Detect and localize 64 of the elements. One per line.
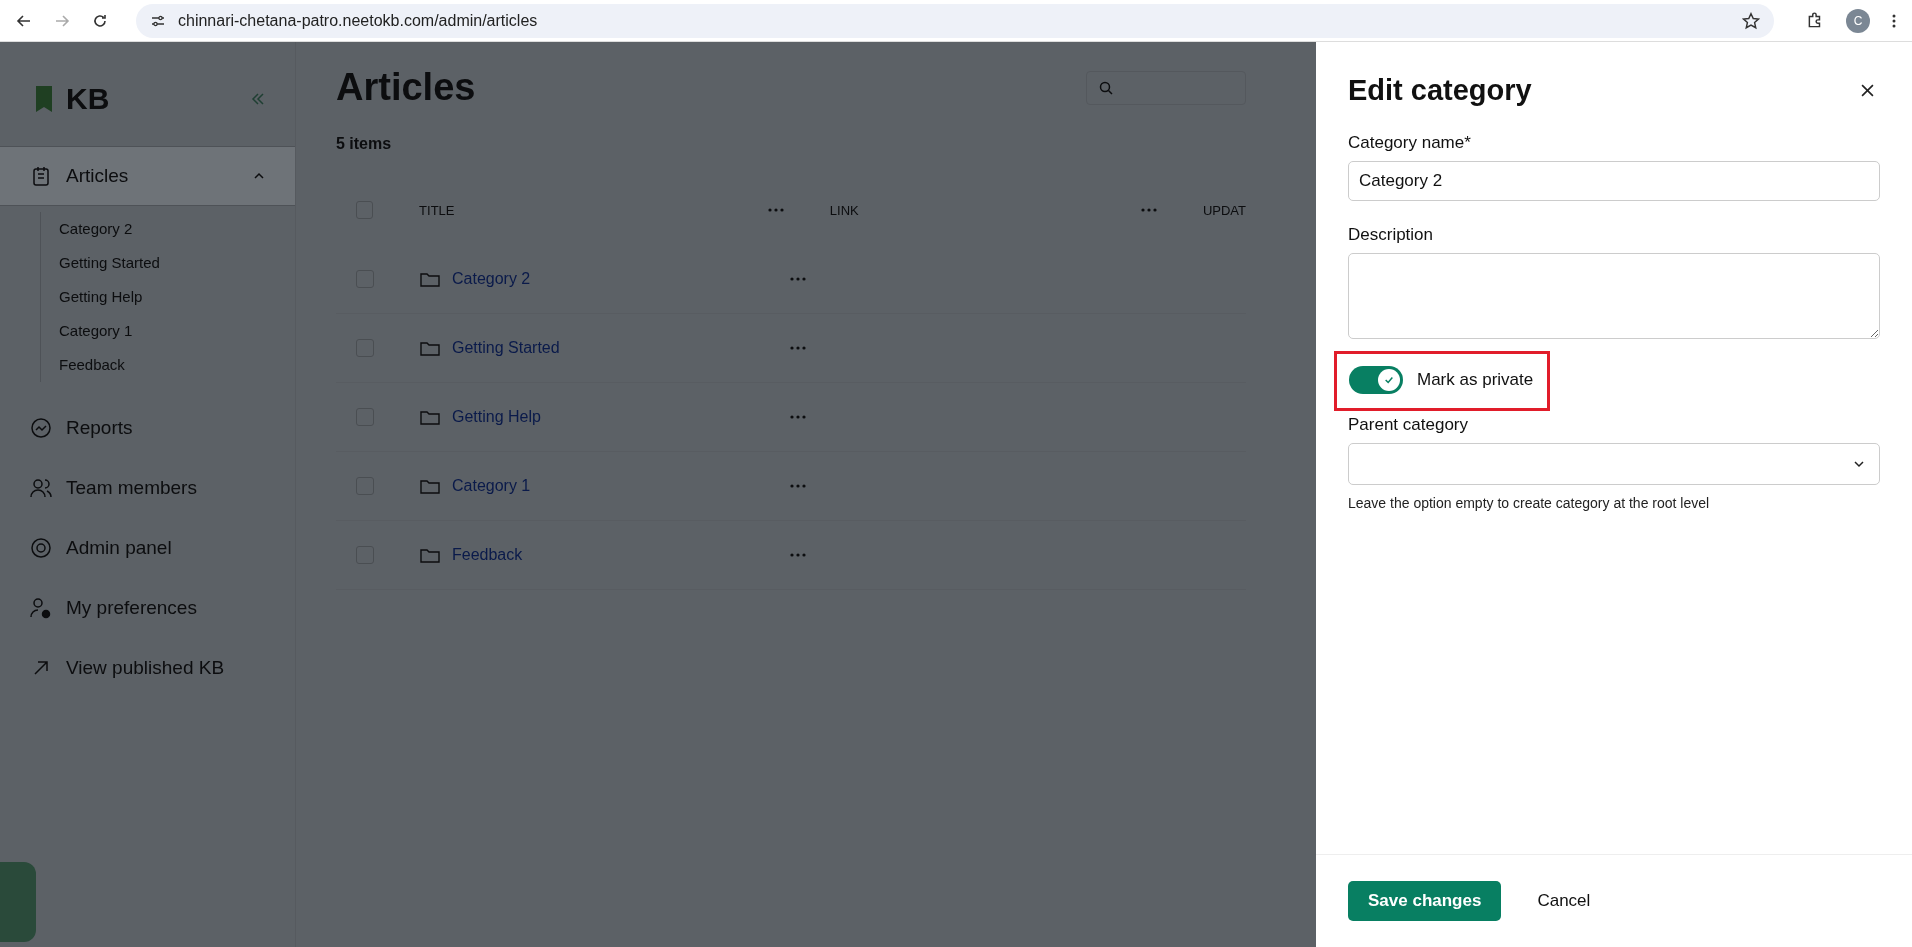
- sidebar-subitem[interactable]: Getting Help: [41, 280, 295, 314]
- more-menu-icon[interactable]: [1892, 12, 1896, 29]
- sidebar-item[interactable]: Team members: [0, 458, 295, 518]
- search-icon: [1099, 80, 1113, 95]
- category-name-field[interactable]: Category 2: [1348, 161, 1880, 201]
- user-icon: [30, 597, 52, 619]
- reload-icon[interactable]: [92, 12, 108, 29]
- more-icon[interactable]: [790, 415, 806, 419]
- folder-icon: [420, 271, 440, 287]
- category-link[interactable]: Getting Started: [452, 339, 560, 357]
- sidebar-item[interactable]: View published KB: [0, 638, 295, 698]
- logo-text: KB: [66, 82, 110, 116]
- folder-icon: [420, 478, 440, 494]
- forward-icon[interactable]: [54, 12, 70, 29]
- bookmark-star-icon[interactable]: [1742, 11, 1760, 30]
- more-icon[interactable]: [768, 208, 785, 212]
- category-link[interactable]: Category 1: [452, 477, 531, 495]
- private-toggle[interactable]: [1349, 366, 1403, 394]
- category-link[interactable]: Category 2: [452, 270, 531, 288]
- cancel-button[interactable]: Cancel: [1517, 881, 1611, 921]
- back-icon[interactable]: [16, 12, 32, 29]
- column-header[interactable]: TITLE: [419, 202, 455, 218]
- column-header[interactable]: UPDAT: [1202, 202, 1246, 218]
- document-icon: [30, 165, 52, 187]
- folder-icon: [420, 409, 440, 425]
- profile-avatar[interactable]: C: [1846, 8, 1870, 33]
- book-logo-icon: [34, 84, 54, 114]
- sidebar-subitem[interactable]: Getting Started: [41, 246, 295, 280]
- description-field[interactable]: [1348, 253, 1880, 339]
- chevron-down-icon: [1853, 458, 1865, 470]
- toggle-label: Mark as private: [1417, 370, 1534, 390]
- column-header[interactable]: LINK: [829, 202, 859, 218]
- more-icon[interactable]: [1141, 208, 1158, 212]
- people-icon: [30, 477, 52, 499]
- field-label: Parent category: [1348, 415, 1468, 435]
- sidebar-item[interactable]: My preferences: [0, 578, 295, 638]
- field-label: Description: [1348, 225, 1434, 245]
- more-icon[interactable]: [790, 277, 806, 281]
- search-field[interactable]: [1086, 70, 1246, 105]
- item-count: 5 items: [336, 135, 392, 153]
- sidebar-item[interactable]: Articles: [0, 146, 295, 206]
- sidebar-item[interactable]: Reports: [0, 398, 295, 458]
- page-title: Articles: [336, 66, 476, 109]
- folder-icon: [420, 547, 440, 563]
- sidebar-item[interactable]: Admin panel: [0, 518, 295, 578]
- check-icon: [1384, 375, 1394, 385]
- help-text: Leave the option empty to create category at the root level: [1348, 495, 1710, 511]
- chart-icon: [30, 417, 52, 439]
- address-bar[interactable]: chinnari-chetana-patro.neetokb.com/admin/articles: [136, 3, 1774, 38]
- sidebar-subitem[interactable]: Feedback: [41, 348, 295, 382]
- panel-title: Edit category: [1348, 74, 1532, 107]
- field-label: Category name*: [1348, 133, 1471, 153]
- more-icon[interactable]: [790, 553, 806, 557]
- url-text: chinnari-chetana-patro.neetokb.com/admin/articles: [178, 11, 539, 30]
- sidebar-subitem[interactable]: Category 2: [41, 212, 295, 246]
- more-icon[interactable]: [790, 484, 806, 488]
- close-icon[interactable]: [1861, 84, 1874, 97]
- sidebar-subitem[interactable]: Category 1: [41, 314, 295, 348]
- collapse-icon[interactable]: [251, 92, 265, 106]
- more-icon[interactable]: [790, 346, 806, 350]
- save-button[interactable]: Save changes: [1348, 881, 1502, 921]
- category-link[interactable]: Getting Help: [452, 408, 541, 426]
- folder-icon: [420, 340, 440, 356]
- category-link[interactable]: Feedback: [452, 546, 523, 564]
